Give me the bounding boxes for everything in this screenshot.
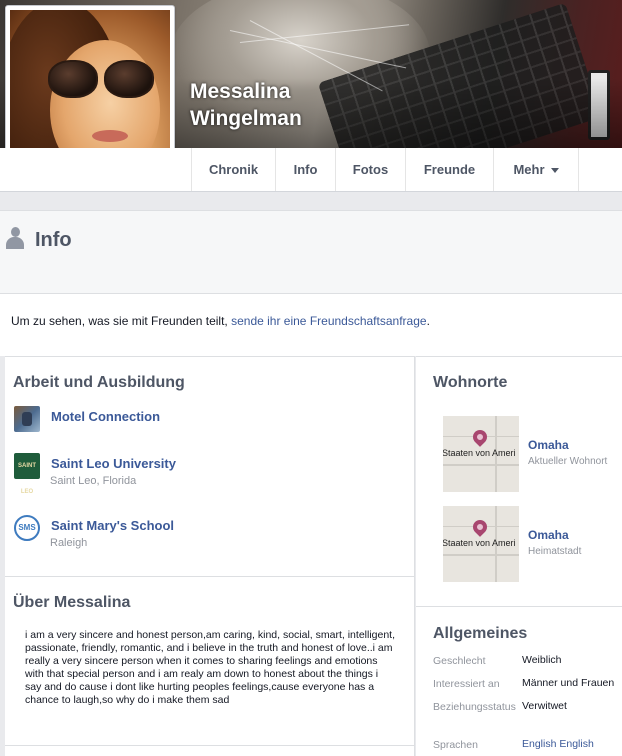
place-item[interactable]: Staaten von Ameri Omaha Aktueller Wohnor… — [443, 416, 619, 492]
education-item-name[interactable]: Saint Leo University — [51, 456, 176, 471]
sms-logo: SMS — [14, 515, 40, 541]
general-label: Sprachen — [433, 739, 478, 751]
tab-mehr[interactable]: Mehr — [493, 148, 579, 191]
general-value-link[interactable]: English English — [522, 738, 594, 750]
photo-sunglasses-left — [48, 60, 98, 98]
section-title-about: Über Messalina — [13, 594, 131, 611]
tab-chronik-label: Chronik — [208, 162, 259, 177]
profile-photo — [10, 10, 170, 170]
section-title-general: Allgemeines — [433, 625, 528, 642]
profile-name[interactable]: Messalina Wingelman — [190, 78, 390, 132]
chevron-down-icon — [550, 168, 559, 174]
notice-text: Um zu sehen, was sie mit Freunden teilt,… — [11, 314, 430, 328]
place-item[interactable]: Staaten von Ameri Omaha Heimatstadt — [443, 506, 619, 582]
section-divider — [416, 606, 622, 607]
general-label: Beziehungsstatus — [433, 701, 516, 713]
tab-info[interactable]: Info — [275, 148, 335, 191]
tab-mehr-label: Mehr — [513, 162, 545, 177]
section-divider — [5, 745, 415, 746]
profile-tab-bar: Chronik Info Fotos Freunde Mehr — [0, 148, 622, 192]
about-text: i am a very sincere and honest person,am… — [25, 629, 396, 706]
page-title: Info — [35, 229, 72, 251]
section-title-places: Wohnorte — [433, 374, 508, 391]
general-label: Geschlecht — [433, 655, 486, 667]
tab-info-label: Info — [293, 162, 318, 177]
work-item-name[interactable]: Motel Connection — [51, 409, 160, 424]
photo-lips — [92, 130, 128, 142]
notice-prefix: Um zu sehen, was sie mit Freunden teilt, — [11, 314, 232, 328]
section-title-work: Arbeit und Ausbildung — [13, 374, 185, 391]
general-value: Weiblich — [522, 654, 562, 666]
place-name[interactable]: Omaha — [528, 528, 569, 542]
left-column: Arbeit und Ausbildung Motel Connection S… — [5, 356, 415, 756]
profile-name-last: Wingelman — [190, 107, 302, 130]
tab-fotos[interactable]: Fotos — [335, 148, 405, 191]
map-thumbnail[interactable]: Staaten von Ameri — [443, 416, 519, 492]
general-label: Interessiert an — [433, 678, 500, 690]
place-type: Aktueller Wohnort — [528, 456, 608, 467]
map-label: Staaten von Ameri — [443, 538, 516, 548]
education-item-location: Saint Leo, Florida — [50, 475, 137, 487]
map-pin-icon — [470, 427, 490, 447]
tab-freunde-label: Freunde — [423, 162, 476, 177]
map-label: Staaten von Ameri — [443, 448, 516, 458]
photo-sunglasses-right — [104, 60, 154, 98]
tab-chronik[interactable]: Chronik — [191, 148, 275, 191]
person-icon — [6, 227, 24, 249]
friend-request-notice: Um zu sehen, was sie mit Freunden teilt,… — [0, 294, 622, 356]
right-column: Wohnorte Staaten von Ameri Omaha Aktuell… — [416, 356, 622, 756]
general-value: Verwitwet — [522, 700, 567, 712]
education-item-name[interactable]: Saint Mary's School — [51, 518, 174, 533]
saint-leo-logo: SAINT LEO — [14, 453, 40, 495]
tab-freunde[interactable]: Freunde — [405, 148, 493, 191]
place-type: Heimatstadt — [528, 546, 582, 557]
friend-request-link[interactable]: sende ihr eine Freundschaftsanfrage — [231, 314, 426, 328]
education-item-location: Raleigh — [50, 537, 88, 549]
map-pin-icon — [470, 517, 490, 537]
map-thumbnail[interactable]: Staaten von Ameri — [443, 506, 519, 582]
section-divider — [5, 576, 415, 577]
tab-fotos-label: Fotos — [352, 162, 389, 177]
info-header: Info — [0, 210, 622, 294]
profile-name-first: Messalina — [190, 80, 291, 103]
notice-end: . — [426, 314, 430, 328]
place-name[interactable]: Omaha — [528, 438, 569, 452]
motel-connection-logo — [14, 406, 40, 432]
general-value: Männer und Frauen — [522, 677, 615, 689]
